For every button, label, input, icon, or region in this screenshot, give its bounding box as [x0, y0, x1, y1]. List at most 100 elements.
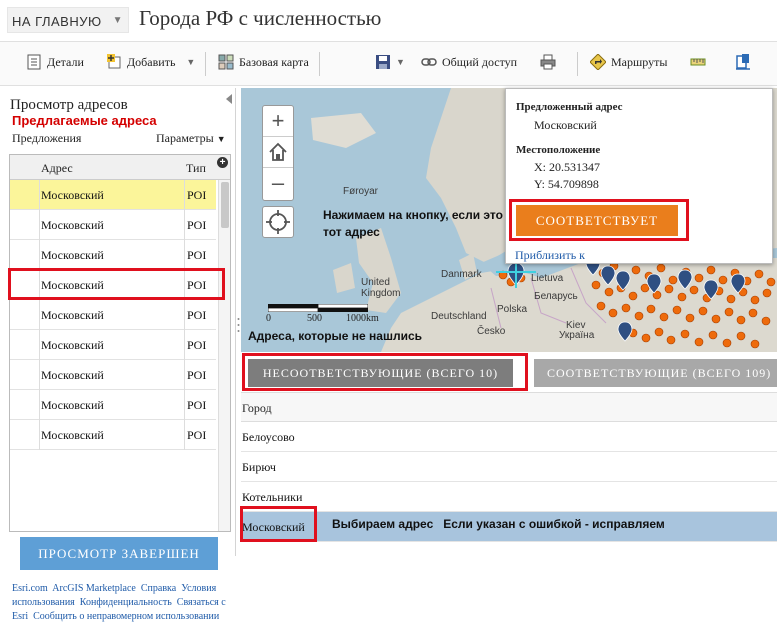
basemap-label: Базовая карта: [239, 54, 309, 69]
table-body: Московский POI Московский POI Московский…: [10, 180, 216, 450]
type-cell: POI: [184, 330, 206, 360]
routes-button[interactable]: Маршруты: [589, 53, 667, 71]
measure-button[interactable]: [690, 54, 706, 70]
table-row[interactable]: Московский POI: [10, 180, 216, 210]
share-label: Общий доступ: [442, 54, 518, 69]
address-cell: Московский: [41, 368, 104, 382]
type-cell: POI: [184, 420, 206, 450]
footer-link[interactable]: Esri.com: [12, 583, 48, 594]
table-row[interactable]: Московский POI: [10, 390, 216, 420]
annotation-note-fix: Выбираем адрес Если указан с ошибкой - и…: [332, 517, 665, 531]
suggestions-table: Адрес Тип Московский POI Московский POI …: [9, 154, 231, 532]
save-icon: [375, 54, 391, 70]
map-label: Danmark: [441, 269, 482, 280]
toolbar-divider: [319, 52, 320, 76]
locate-button[interactable]: [262, 206, 294, 238]
table-row[interactable]: Белоусово: [241, 422, 777, 452]
location-x: X: 20.531347: [534, 160, 600, 174]
footer-link[interactable]: Справка: [141, 583, 176, 594]
table-row[interactable]: Московский POI: [10, 300, 216, 330]
table-scrollbar[interactable]: [218, 180, 230, 531]
footer-link[interactable]: ArcGIS Marketplace: [52, 583, 136, 594]
collapse-panel-icon[interactable]: [226, 94, 232, 104]
route-icon: [589, 53, 607, 71]
type-cell: POI: [184, 360, 206, 390]
home-icon: [269, 142, 287, 161]
basemap-icon: [218, 54, 234, 70]
address-cell: Московский: [41, 218, 104, 232]
table-row[interactable]: Московский POI: [10, 210, 216, 240]
type-cell: POI: [184, 210, 206, 240]
locate-icon: [266, 210, 290, 234]
home-button-label: НА ГЛАВНУЮ: [12, 14, 102, 29]
address-review-panel: Просмотр адресов Предлагаемые адреса Пре…: [0, 88, 236, 622]
address-cell: Московский: [41, 308, 104, 322]
home-button[interactable]: НА ГЛАВНУЮ ▼: [7, 7, 129, 33]
address-cell: Московский: [41, 248, 104, 262]
column-type: Тип: [186, 161, 206, 175]
review-done-button[interactable]: ПРОСМОТР ЗАВЕРШЕН: [20, 537, 218, 570]
top-bar: НА ГЛАВНУЮ ▼ Города РФ с численностью: [0, 0, 777, 40]
print-icon: [540, 54, 556, 70]
basemap-button[interactable]: Базовая карта: [218, 54, 309, 70]
bookmarks-button[interactable]: [735, 54, 751, 70]
zoom-in-button[interactable]: +: [263, 106, 293, 137]
add-column-icon[interactable]: +: [217, 157, 228, 168]
map-scale-bar: 0 500 1000km: [266, 304, 379, 326]
chevron-down-icon: ▼: [112, 15, 123, 26]
address-cell: Московский: [41, 428, 104, 442]
column-address: Адрес: [41, 161, 73, 175]
footer-link[interactable]: Конфиденциальность: [80, 597, 172, 608]
app-title: Города РФ с численностью: [139, 6, 382, 30]
parameters-dropdown[interactable]: Параметры ▼: [156, 131, 226, 146]
bookmark-icon: [735, 54, 751, 70]
share-button[interactable]: Общий доступ: [421, 54, 517, 70]
toolbar-divider: [577, 52, 578, 76]
details-label: Детали: [47, 54, 84, 69]
save-button[interactable]: ▼: [375, 54, 405, 70]
annotation-highlight: [8, 268, 225, 300]
zoom-out-button[interactable]: –: [263, 168, 293, 199]
panel-subtitle: Предлагаемые адреса: [12, 113, 157, 128]
suggested-address-label: Предложенный адрес: [516, 101, 623, 113]
panel-splitter[interactable]: [237, 316, 240, 334]
suggestions-label: Предложения: [12, 131, 82, 145]
address-cell: Московский: [41, 338, 104, 352]
map-label: Føroyar: [343, 186, 378, 197]
table-header: Адрес Тип: [10, 155, 230, 180]
panel-title: Просмотр адресов: [10, 97, 128, 113]
zoom-to-link[interactable]: Приблизить к: [515, 248, 585, 263]
details-icon: [26, 54, 42, 70]
location-y: Y: 54.709898: [534, 177, 599, 191]
chevron-down-icon: ▼: [216, 134, 226, 144]
map-label: Česko: [477, 326, 506, 337]
print-button[interactable]: [540, 54, 556, 70]
table-row[interactable]: Московский POI: [10, 360, 216, 390]
add-button[interactable]: Добавить ▼: [106, 54, 195, 70]
table-row[interactable]: Московский POI: [10, 330, 216, 360]
annotation-highlight: [240, 506, 317, 542]
table-row[interactable]: Бирюч: [241, 452, 777, 482]
type-cell: POI: [184, 300, 206, 330]
unmatched-table: Город Белоусово Бирюч Котельники Московс…: [241, 392, 777, 556]
table-row[interactable]: Московский POI: [10, 240, 216, 270]
annotation-note-match: Нажимаем на кнопку, если это тот адрес: [323, 208, 503, 239]
toolbar-divider: [205, 52, 206, 76]
type-cell: POI: [184, 240, 206, 270]
scale-label: 1000km: [346, 313, 379, 324]
type-cell: POI: [184, 390, 206, 420]
scale-label: 500: [307, 313, 322, 324]
table-row[interactable]: Котельники: [241, 482, 777, 512]
zoom-control: + –: [262, 105, 294, 201]
footer-link[interactable]: Сообщить о неправомерном использовании: [33, 611, 219, 622]
home-extent-button[interactable]: [263, 137, 293, 168]
scrollbar-thumb[interactable]: [221, 182, 229, 228]
details-button[interactable]: Детали: [26, 54, 84, 70]
footer-links: Esri.com ArcGIS Marketplace Справка Усло…: [12, 582, 232, 624]
table-row[interactable]: Московский POI: [10, 420, 216, 450]
map-label: Беларусь: [534, 291, 578, 302]
link-icon: [421, 54, 437, 70]
map-label: United Kingdom: [361, 277, 401, 299]
add-label: Добавить: [127, 54, 176, 69]
tab-matched[interactable]: СООТВЕТСТВУЮЩИЕ (ВСЕГО 109): [534, 359, 777, 387]
